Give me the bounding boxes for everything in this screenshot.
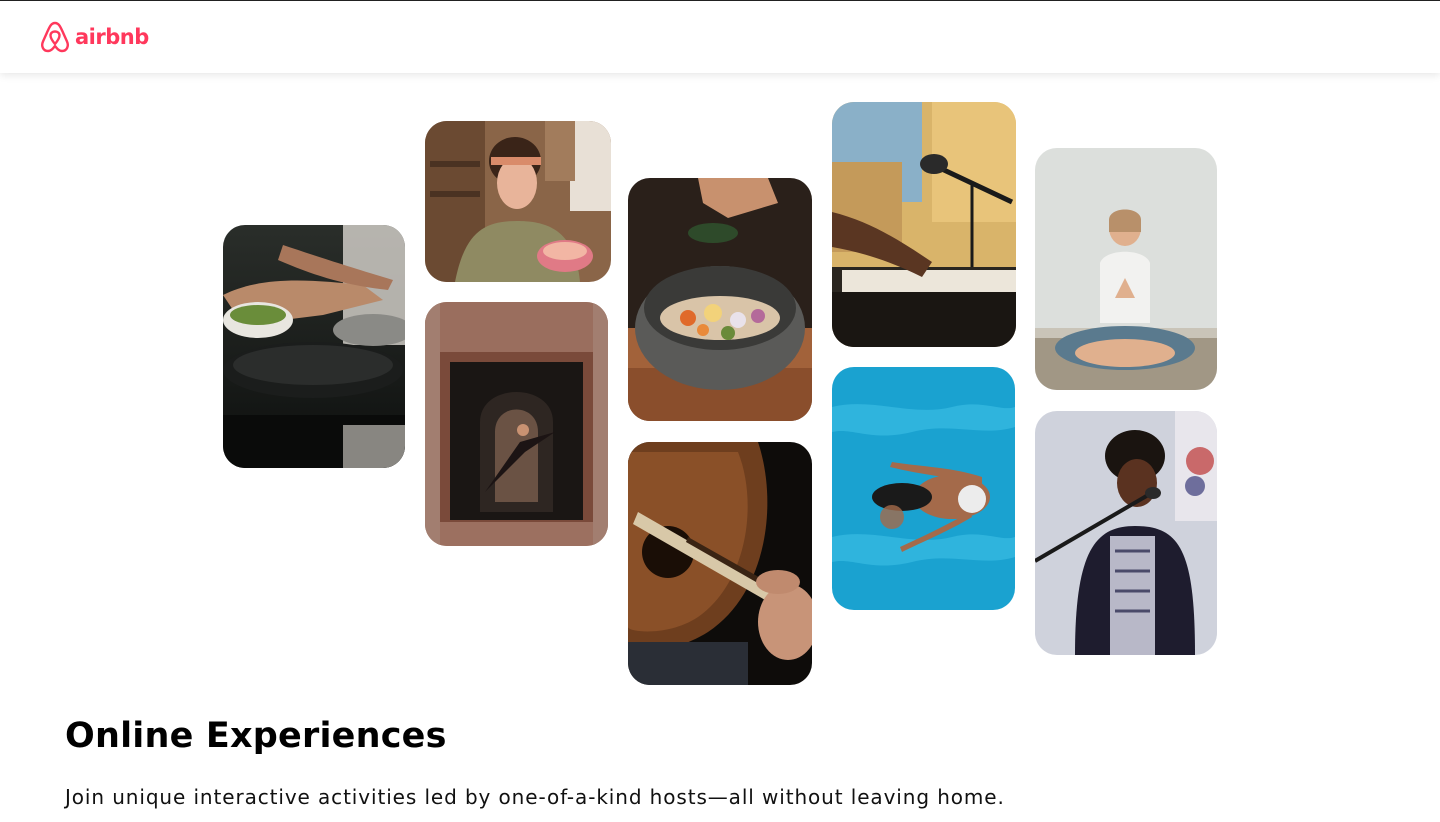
page-subtitle: Join unique interactive activities led b… [65, 785, 1005, 809]
cooking-class-photo[interactable] [223, 225, 405, 468]
swimmer-pool-photo[interactable] [832, 367, 1015, 610]
logo-wordmark: airbnb [75, 25, 149, 49]
page-title: Online Experiences [65, 716, 447, 756]
seasoning-bowl-photo[interactable] [628, 178, 812, 421]
acoustic-guitar-photo[interactable] [628, 442, 812, 685]
yoga-meditation-photo[interactable] [1035, 148, 1217, 390]
macarons-baker-photo[interactable] [425, 121, 611, 282]
singer-microphone-photo[interactable] [1035, 411, 1217, 655]
top-navbar: airbnb [0, 1, 1440, 73]
airbnb-logo-link[interactable]: airbnb [39, 20, 149, 54]
airbnb-belo-icon [41, 21, 69, 53]
dancer-archway-photo[interactable] [425, 302, 608, 546]
keyboard-microphone-photo[interactable] [832, 102, 1016, 347]
